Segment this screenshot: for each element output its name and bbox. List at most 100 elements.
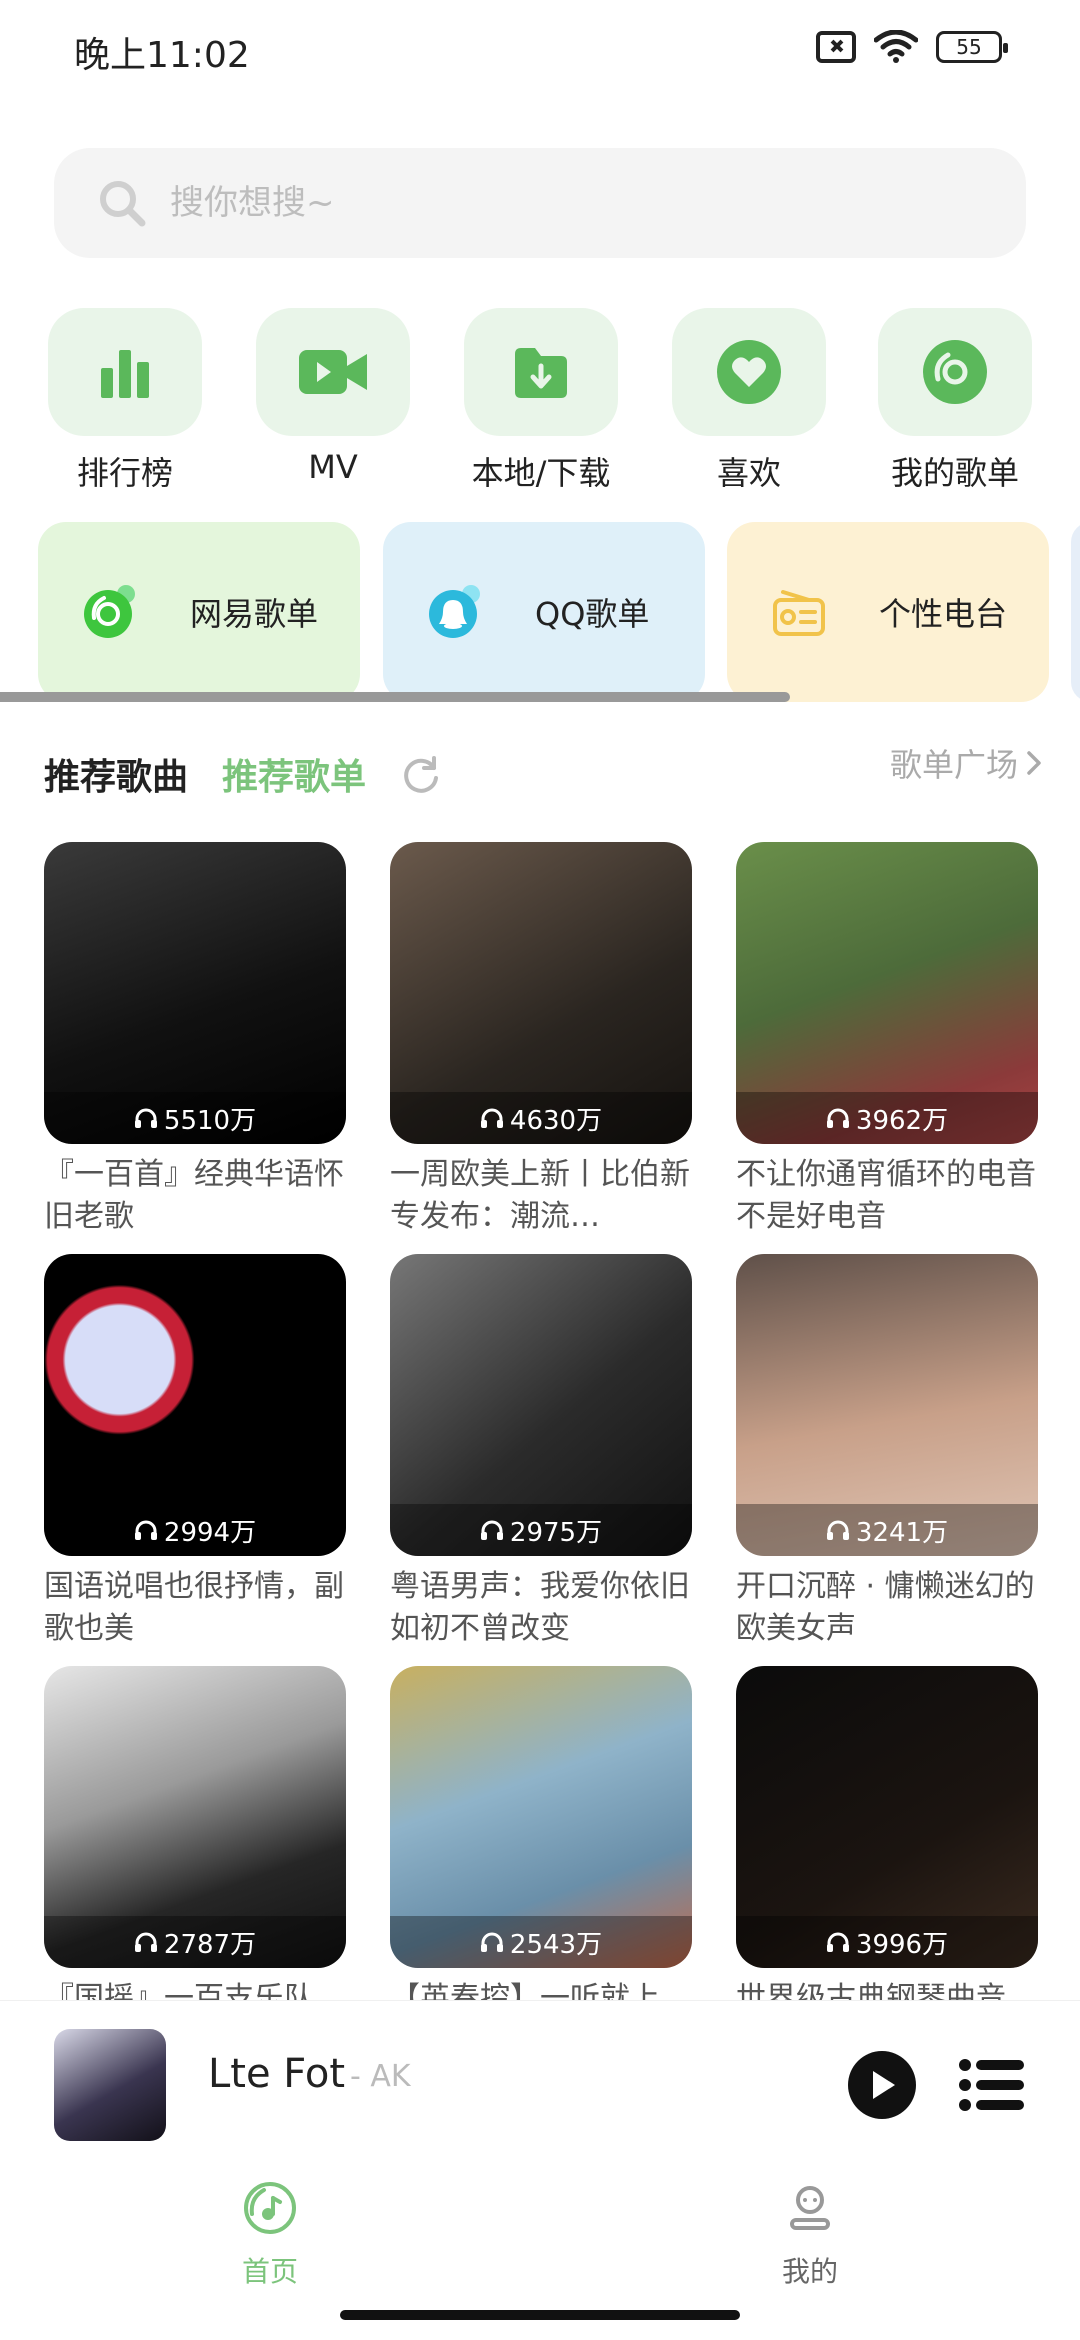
- play-count-value: 4630万: [509, 1105, 603, 1136]
- quick-entry-charts[interactable]: 排行榜: [48, 308, 202, 494]
- music-disc-icon: [244, 2182, 296, 2234]
- play-count: 3996万: [736, 1916, 1038, 1968]
- play-count: 3241万: [736, 1504, 1038, 1556]
- quick-entry-label: 喜欢: [716, 454, 781, 492]
- quick-entry-my-playlists[interactable]: 我的歌单: [878, 308, 1032, 494]
- search-input[interactable]: [170, 183, 970, 223]
- qq-icon: [425, 582, 485, 642]
- netease-icon: [80, 582, 140, 642]
- source-card-netease[interactable]: 网易歌单: [38, 522, 360, 702]
- playlist-cover: 4630万: [390, 842, 692, 1144]
- play-count: 4630万: [390, 1092, 692, 1144]
- battery-icon: 55: [936, 31, 1008, 63]
- headphones-icon: [480, 1932, 503, 1952]
- mini-player[interactable]: Lte Fot - AK: [0, 2000, 1080, 2160]
- status-bar: 晚上11:02 55: [0, 0, 1080, 96]
- playlist-title: 国语说唱也很抒情，副歌也美: [44, 1569, 344, 1646]
- play-count: 2543万: [390, 1916, 692, 1968]
- playlist-cover: 2543万: [390, 1666, 692, 1968]
- playlist-title: 『一百首』经典华语怀旧老歌: [44, 1157, 344, 1234]
- play-count: 2787万: [44, 1916, 346, 1968]
- playlist-card[interactable]: 2994万 国语说唱也很抒情，副歌也美: [44, 1254, 346, 1650]
- playlist-card[interactable]: 2975万 粤语男声：我爱你依旧如初不曾改变: [390, 1254, 692, 1650]
- playlist-cover: 3996万: [736, 1666, 1038, 1968]
- tab-recommended-songs[interactable]: 推荐歌曲: [44, 748, 188, 800]
- playlist-queue-icon[interactable]: [958, 2055, 1026, 2115]
- playlist-cover: 2787万: [44, 1666, 346, 1968]
- play-count-value: 2543万: [509, 1929, 603, 1960]
- search-icon: [100, 181, 146, 227]
- source-card-partial[interactable]: [1071, 522, 1080, 702]
- recommend-header: 推荐歌曲 推荐歌单 歌单广场: [44, 740, 1044, 810]
- quick-entry-local[interactable]: 本地/下载: [464, 308, 618, 494]
- source-card-label: 个性电台: [879, 595, 1008, 633]
- play-count-value: 2787万: [163, 1929, 257, 1960]
- quick-entry-favorites[interactable]: 喜欢: [672, 308, 826, 494]
- bar-chart-icon: [101, 350, 149, 398]
- play-button[interactable]: [848, 2051, 916, 2119]
- heart-icon: [717, 340, 781, 404]
- playlist-card[interactable]: 5510万 『一百首』经典华语怀旧老歌: [44, 842, 346, 1238]
- playlist-title: 粤语男声：我爱你依旧如初不曾改变: [390, 1569, 690, 1646]
- now-playing-title: Lte Fot: [208, 2051, 346, 2097]
- play-count: 2975万: [390, 1504, 692, 1556]
- video-icon: [299, 350, 367, 394]
- playlist-card[interactable]: 3962万 不让你通宵循环的电音不是好电音: [736, 842, 1038, 1238]
- source-card-qq[interactable]: QQ歌单: [383, 522, 705, 702]
- headphones-icon: [480, 1520, 503, 1540]
- quick-entry-label: MV: [308, 448, 358, 486]
- play-icon: [873, 2071, 895, 2099]
- play-count: 3962万: [736, 1092, 1038, 1144]
- playlist-title: 开口沉醉 · 慵懒迷幻的欧美女声: [736, 1569, 1035, 1646]
- profile-icon: [790, 2186, 830, 2230]
- quick-entry-tile: [672, 308, 826, 436]
- tab-recommended-playlists[interactable]: 推荐歌单: [222, 748, 366, 800]
- horizontal-scrollbar[interactable]: [0, 692, 790, 702]
- quick-entry-mv[interactable]: MV: [256, 308, 410, 486]
- source-card-radio[interactable]: 个性电台: [727, 522, 1049, 702]
- chevron-right-icon: [1027, 751, 1041, 775]
- no-sim-icon: [816, 31, 856, 63]
- headphones-icon: [134, 1520, 157, 1540]
- radio-icon: [769, 582, 829, 642]
- source-cards: 网易歌单 QQ歌单 个性电台: [38, 522, 1080, 702]
- playlist-square-label: 歌单广场: [889, 746, 1018, 784]
- quick-entry-tile: [256, 308, 410, 436]
- home-indicator[interactable]: [340, 2310, 740, 2320]
- playlist-square-link[interactable]: 歌单广场: [890, 740, 1044, 786]
- play-count-value: 3241万: [855, 1517, 949, 1548]
- playlist-cover: 3962万: [736, 842, 1038, 1144]
- wifi-icon: [874, 30, 918, 63]
- battery-level: 55: [956, 35, 982, 59]
- play-count: 2994万: [44, 1504, 346, 1556]
- play-count-value: 3996万: [855, 1929, 949, 1960]
- download-folder-icon: [515, 348, 567, 398]
- search-bar[interactable]: [54, 148, 1026, 258]
- play-count-value: 5510万: [163, 1105, 257, 1136]
- now-playing-cover[interactable]: [54, 2029, 166, 2141]
- quick-entry-tile: [464, 308, 618, 436]
- play-count: 5510万: [44, 1092, 346, 1144]
- play-count-value: 3962万: [855, 1105, 949, 1136]
- playlist-title: 不让你通宵循环的电音不是好电音: [736, 1157, 1036, 1234]
- refresh-icon[interactable]: [400, 754, 442, 796]
- now-playing-artist: - AK: [350, 2059, 411, 2094]
- headphones-icon: [134, 1108, 157, 1128]
- quick-entry-tile: [878, 308, 1032, 436]
- nav-label-home: 首页: [241, 2255, 298, 2288]
- status-time: 晚上11:02: [74, 35, 250, 76]
- status-icons: 55: [816, 30, 1008, 64]
- nav-item-mine[interactable]: 我的: [730, 2180, 890, 2290]
- quick-entry-label: 排行榜: [76, 454, 173, 492]
- quick-entries: 排行榜 MV 本地/下载 喜欢 我的歌单: [0, 308, 1080, 498]
- play-count-value: 2975万: [509, 1517, 603, 1548]
- headphones-icon: [134, 1932, 157, 1952]
- headphones-icon: [480, 1108, 503, 1128]
- playlist-card[interactable]: 3241万 开口沉醉 · 慵懒迷幻的欧美女声: [736, 1254, 1038, 1650]
- headphones-icon: [826, 1108, 849, 1128]
- quick-entry-label: 我的歌单: [890, 454, 1019, 492]
- nav-item-home[interactable]: 首页: [190, 2180, 350, 2290]
- playlist-card[interactable]: 4630万 一周欧美上新丨比伯新专发布：潮流…: [390, 842, 692, 1238]
- nav-label-mine: 我的: [781, 2255, 838, 2288]
- playlist-cover: 5510万: [44, 842, 346, 1144]
